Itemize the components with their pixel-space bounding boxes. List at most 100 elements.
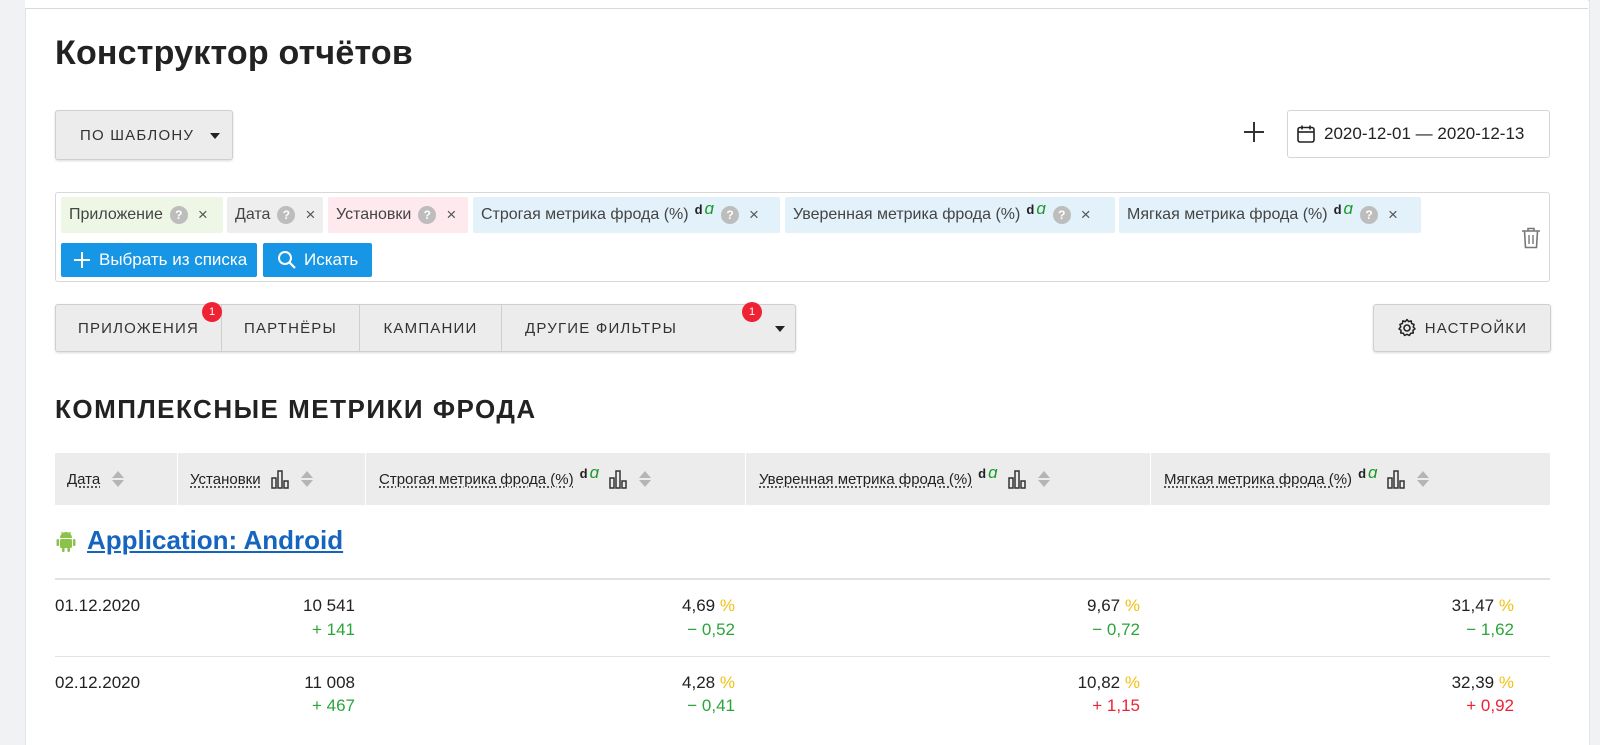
plus-icon [74, 252, 90, 268]
page-title: Конструктор отчётов [55, 34, 413, 72]
cell-soft-delta: − 1,62 [1466, 620, 1514, 639]
gear-icon [1398, 318, 1416, 337]
group-link[interactable]: Application: Android [87, 525, 343, 556]
bar-chart-icon[interactable] [1007, 469, 1026, 489]
cell-installs: 11 008 [304, 673, 355, 692]
android-icon [56, 531, 76, 552]
notification-badge: 1 [202, 302, 222, 322]
column-header-installs[interactable]: Установки [178, 453, 366, 505]
cell-strict: 4,69 % [682, 596, 735, 615]
group-row: Application: Android [55, 525, 343, 556]
metric-chip-date: Дата ? × [227, 197, 323, 233]
date-range-picker[interactable]: 2020-12-01 — 2020-12-13 [1287, 110, 1550, 158]
alpha-icon: dɑ [1358, 463, 1378, 482]
metric-chip-strict: Строгая метрика фрода (%) dɑ ? × [473, 197, 780, 233]
tab-label: ДРУГИЕ ФИЛЬТРЫ [525, 319, 678, 337]
template-dropdown-button[interactable]: ПО ШАБЛОНУ [55, 110, 233, 160]
column-label[interactable]: Строгая метрика фрода (%) [379, 471, 574, 488]
cell-installs: 10 541 [303, 596, 355, 615]
help-icon[interactable]: ? [418, 206, 437, 224]
close-icon[interactable]: × [1388, 205, 1398, 225]
metric-chip-label: Строгая метрика фрода (%) [481, 206, 689, 223]
date-range-value: 2020-12-01 — 2020-12-13 [1324, 124, 1525, 143]
bar-chart-icon[interactable] [270, 469, 289, 489]
sort-icon[interactable] [1417, 471, 1430, 487]
column-label[interactable]: Дата [67, 471, 100, 488]
cell-strict: 4,28 % [682, 673, 735, 692]
cell-strict-delta: − 0,41 [687, 696, 735, 715]
close-icon[interactable]: × [305, 205, 315, 225]
select-from-list-label: Выбрать из списка [99, 250, 248, 269]
section-title: КОМПЛЕКСНЫЕ МЕТРИКИ ФРОДА [55, 394, 537, 424]
metric-chip-label: Установки [336, 206, 412, 223]
cell-confident: 10,82 % [1077, 673, 1140, 692]
cell-installs-delta: + 467 [311, 696, 355, 715]
tab-label: ПРИЛОЖЕНИЯ [77, 319, 200, 337]
help-icon[interactable]: ? [1052, 206, 1071, 224]
cell-soft: 32,39 % [1451, 673, 1514, 692]
cell-soft-delta: + 0,92 [1466, 696, 1514, 715]
alpha-icon: dɑ [978, 463, 998, 482]
table-header: Дата Установки Строгая метрика фрода (%)… [55, 453, 1550, 505]
alpha-icon: dɑ [579, 463, 600, 482]
tab-applications[interactable]: ПРИЛОЖЕНИЯ [56, 305, 222, 351]
metric-chip-installs: Установки ? × [328, 197, 468, 233]
help-icon[interactable]: ? [1360, 206, 1379, 224]
sort-icon[interactable] [639, 471, 652, 487]
close-icon[interactable]: × [198, 205, 208, 225]
metric-chip-soft: Мягкая метрика фрода (%) dɑ ? × [1119, 197, 1421, 233]
search-icon [278, 251, 296, 269]
cell-confident-delta: − 0,72 [1092, 620, 1140, 639]
tab-campaigns[interactable]: КАМПАНИИ [360, 305, 502, 351]
help-icon[interactable]: ? [169, 206, 188, 224]
tab-partners[interactable]: ПАРТНЁРЫ [222, 305, 360, 351]
chevron-down-icon [210, 133, 220, 139]
help-icon[interactable]: ? [721, 206, 739, 224]
cell-strict-delta: − 0,52 [687, 620, 735, 639]
sort-icon[interactable] [1037, 471, 1050, 487]
cell-installs-delta: + 141 [311, 620, 355, 639]
metrics-selector: Приложение ? × Дата ? × Установки ? × Ст… [55, 192, 1550, 282]
select-from-list-button[interactable]: Выбрать из списка [61, 243, 257, 277]
metric-chip-confident: Уверенная метрика фрода (%) dɑ ? × [785, 197, 1115, 233]
column-header-soft[interactable]: Мягкая метрика фрода (%) dɑ [1151, 453, 1550, 505]
metric-chip-label: Приложение [69, 206, 163, 223]
search-label: Искать [304, 250, 359, 269]
column-header-strict[interactable]: Строгая метрика фрода (%) dɑ [366, 453, 746, 505]
cell-date: 01.12.2020 [55, 596, 141, 615]
metric-chip-label: Дата [235, 206, 271, 223]
column-header-confident[interactable]: Уверенная метрика фрода (%) dɑ [746, 453, 1151, 505]
column-header-date[interactable]: Дата [55, 453, 178, 505]
chevron-down-icon [775, 326, 785, 332]
cell-soft: 31,47 % [1451, 596, 1514, 615]
cell-date: 02.12.2020 [55, 673, 141, 692]
tab-label: ПАРТНЁРЫ [243, 319, 337, 337]
close-icon[interactable]: × [446, 205, 456, 225]
tab-label: КАМПАНИИ [383, 319, 478, 337]
cell-confident: 9,67 % [1087, 596, 1140, 615]
metric-chip-label: Уверенная метрика фрода (%) [793, 206, 1021, 223]
sort-icon[interactable] [300, 471, 313, 487]
metric-chip-label: Мягкая метрика фрода (%) [1127, 206, 1328, 223]
notification-badge: 1 [742, 302, 762, 322]
column-label[interactable]: Установки [190, 471, 261, 488]
search-button[interactable]: Искать [263, 243, 372, 277]
help-icon[interactable]: ? [277, 206, 296, 224]
close-icon[interactable]: × [749, 205, 759, 225]
filter-tabs: ПРИЛОЖЕНИЯ ПАРТНЁРЫ КАМПАНИИ ДРУГИЕ ФИЛЬ… [55, 302, 796, 352]
bar-chart-icon[interactable] [609, 469, 627, 489]
plus-icon[interactable] [1240, 118, 1268, 146]
sort-icon[interactable] [112, 471, 125, 487]
cell-confident-delta: + 1,15 [1092, 696, 1140, 715]
settings-button[interactable]: НАСТРОЙКИ [1373, 304, 1551, 352]
close-icon[interactable]: × [1081, 205, 1091, 225]
divider [55, 578, 1550, 580]
bar-chart-icon[interactable] [1387, 469, 1406, 489]
column-label[interactable]: Уверенная метрика фрода (%) [759, 471, 972, 488]
template-label: ПО ШАБЛОНУ [80, 126, 195, 144]
settings-label: НАСТРОЙКИ [1424, 319, 1528, 337]
trash-icon[interactable] [1520, 226, 1542, 250]
column-label[interactable]: Мягкая метрика фрода (%) [1164, 471, 1352, 488]
metric-chip-app: Приложение ? × [61, 197, 223, 233]
alpha-icon: dɑ [1333, 199, 1354, 218]
